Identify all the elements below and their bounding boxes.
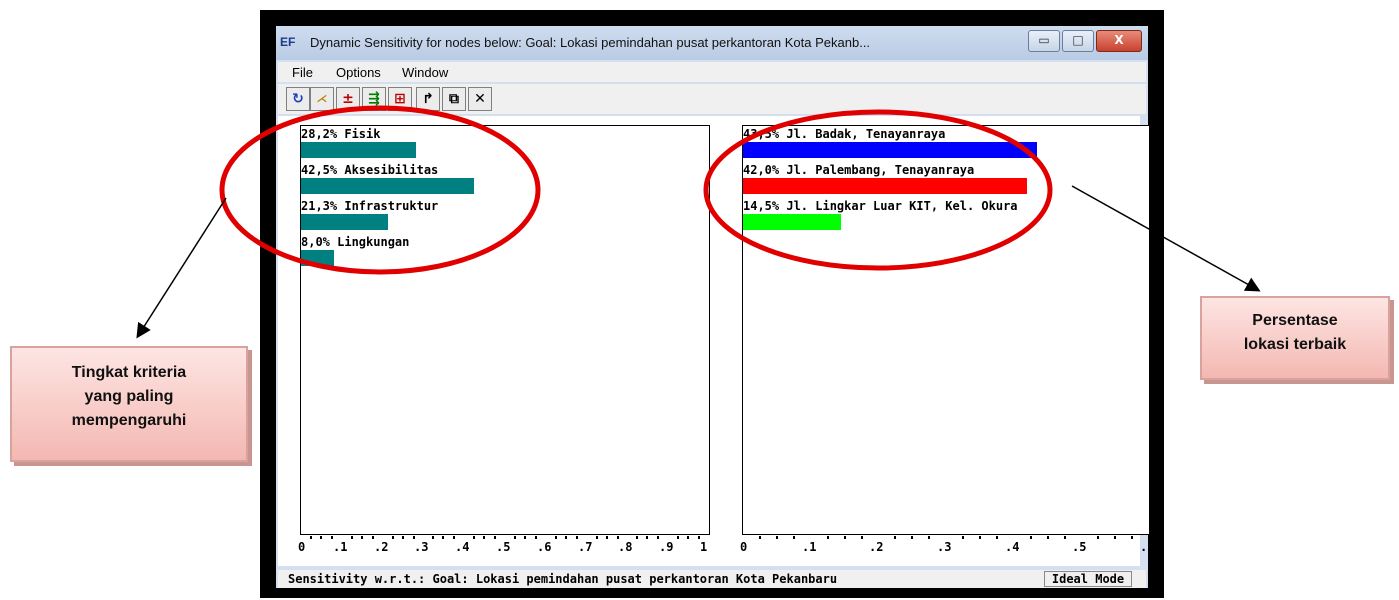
callout-line: lokasi terbaik: [1243, 336, 1347, 353]
callout-line: mempengaruhi: [71, 412, 187, 429]
callout-line: yang paling: [84, 388, 174, 405]
criteria-highlight-ellipse: [219, 105, 541, 275]
annotation-overlay: [136, 105, 1261, 339]
right-arrow: [1071, 185, 1261, 292]
alternatives-highlight-ellipse: [703, 109, 1053, 271]
left-arrow: [136, 197, 227, 339]
criteria-callout: Tingkat kriteria yang paling mempengaruh…: [10, 346, 248, 462]
location-callout: Persentase lokasi terbaik: [1200, 296, 1390, 380]
callout-line: Tingkat kriteria: [71, 364, 187, 381]
callout-line: Persentase: [1252, 312, 1338, 329]
